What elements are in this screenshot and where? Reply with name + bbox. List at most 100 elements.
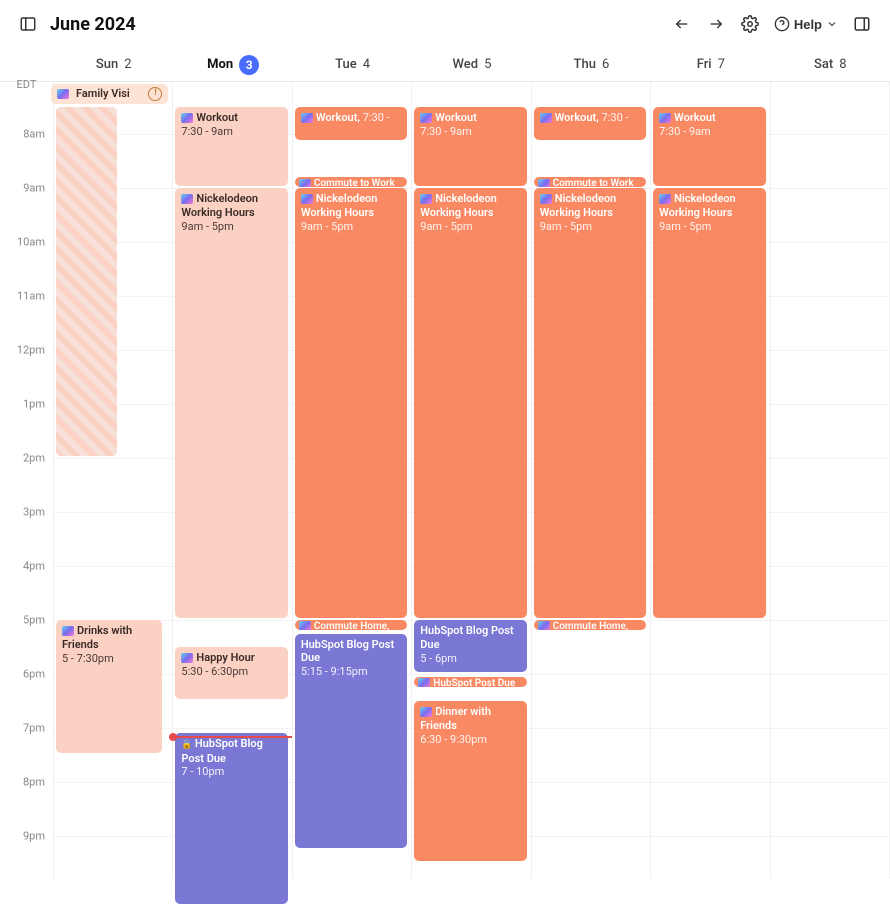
day-header[interactable]: Wed 5 (412, 48, 531, 81)
hour-label: 12pm (17, 344, 45, 357)
event-title: Happy Hour (196, 651, 254, 664)
hour-label: 9am (23, 182, 45, 195)
calendar-event[interactable]: Nickelodeon Working Hours9am - 5pm (295, 188, 407, 618)
calendar-event[interactable]: Workout, 7:30 - (534, 107, 646, 140)
day-column[interactable]: Workout7:30 - 9amNickelodeon Working Hou… (412, 82, 531, 879)
event-time: 9am - 5pm (301, 220, 353, 233)
calendar-color-icon (418, 678, 430, 687)
day-column[interactable] (771, 82, 890, 879)
event-time: 5 - 6pm (420, 652, 457, 665)
page-title: June 2024 (50, 14, 136, 35)
calendar-event[interactable] (56, 107, 117, 456)
calendar-event[interactable]: Commute to Work (534, 177, 646, 187)
event-title: Workout, (316, 111, 360, 124)
day-number: 8 (839, 57, 846, 72)
calendar-event[interactable]: Workout, 7:30 - (295, 107, 407, 140)
hour-label: 5pm (23, 614, 45, 627)
day-header[interactable]: Tue4 (293, 48, 412, 81)
calendar-color-icon (659, 194, 671, 204)
calendar-color-icon (299, 179, 311, 188)
event-time: 9am - 5pm (540, 220, 592, 233)
day-header[interactable]: Mon3 (173, 48, 292, 81)
event-title: Commute to Work (314, 178, 395, 187)
hour-label: 7pm (23, 722, 45, 735)
event-title: HubSpot Post Due (433, 678, 515, 687)
event-title: Workout (435, 111, 477, 124)
calendar-color-icon (420, 194, 432, 204)
calendar-event[interactable]: Nickelodeon Working Hours9am - 5pm (653, 188, 765, 618)
day-name: Sun (96, 57, 118, 72)
lock-icon: 🔒 (181, 740, 194, 750)
calendar-event[interactable]: Happy Hour5:30 - 6:30pm (175, 647, 287, 699)
prev-week-button[interactable] (672, 14, 692, 34)
calendar-color-icon (420, 707, 432, 717)
calendar-event[interactable]: Family Visi! (51, 84, 168, 104)
calendar-color-icon (301, 113, 313, 123)
day-name: Wed (453, 57, 479, 72)
timezone-label: EDT (0, 78, 53, 91)
calendar-event[interactable]: Commute Home, (295, 620, 407, 630)
hour-label: 3pm (23, 506, 45, 519)
hour-label: 6pm (23, 668, 45, 681)
calendar-event[interactable]: Nickelodeon Working Hours9am - 5pm (534, 188, 646, 618)
calendar-color-icon (62, 626, 74, 636)
hour-label: 1pm (23, 398, 45, 411)
calendar-event[interactable]: Workout7:30 - 9am (175, 107, 287, 186)
next-week-button[interactable] (706, 14, 726, 34)
calendar-color-icon (181, 194, 193, 204)
day-header[interactable]: Sat8 (771, 48, 890, 81)
event-title: Workout, (555, 111, 599, 124)
calendar-color-icon (181, 653, 193, 663)
calendar-color-icon (659, 113, 671, 123)
event-title: Commute Home, (314, 621, 390, 630)
hour-label: 4pm (23, 560, 45, 573)
calendar-event[interactable]: Nickelodeon Working Hours9am - 5pm (175, 188, 287, 618)
event-time: 7:30 - 9am (181, 125, 233, 138)
calendar-color-icon (540, 113, 552, 123)
day-header[interactable]: Thu6 (532, 48, 651, 81)
calendar-event[interactable]: 🔒 HubSpot Blog Post Due7 - 10pm (175, 733, 287, 904)
panel-left-icon[interactable] (18, 14, 38, 34)
calendar-grid[interactable]: Family Visi! Drinks with Friends5 - 7:30p… (54, 82, 890, 879)
help-button[interactable]: Help (774, 16, 838, 32)
day-column[interactable]: Workout7:30 - 9amNickelodeon Working Hou… (651, 82, 770, 879)
event-time: 9am - 5pm (659, 220, 711, 233)
calendar-event[interactable]: Dinner with Friends6:30 - 9:30pm (414, 701, 526, 861)
calendar-color-icon (420, 113, 432, 123)
time-gutter: EDT 8am9am10am11am12pm1pm2pm3pm4pm5pm6pm… (0, 82, 54, 879)
calendar-event[interactable]: Commute Home, (534, 620, 646, 630)
event-title: Commute Home, (553, 621, 629, 630)
calendar-event[interactable]: Nickelodeon Working Hours9am - 5pm (414, 188, 526, 618)
day-header[interactable]: Fri 7 (651, 48, 770, 81)
hour-label: 10am (17, 236, 45, 249)
calendar-color-icon (181, 113, 193, 123)
day-column[interactable]: Workout, 7:30 - Commute to WorkNickelodeo… (293, 82, 412, 879)
calendar-event[interactable]: Drinks with Friends5 - 7:30pm (56, 620, 162, 753)
day-column[interactable]: Family Visi! Drinks with Friends5 - 7:30p… (54, 82, 173, 879)
calendar-event[interactable]: HubSpot Post Due (414, 677, 526, 687)
event-title: Family Visi (76, 87, 130, 101)
calendar-event[interactable]: HubSpot Blog Post Due5:15 - 9:15pm (295, 634, 407, 848)
event-title: HubSpot Blog Post Due (420, 624, 513, 651)
calendar-color-icon (538, 621, 550, 630)
panel-right-icon[interactable] (852, 14, 872, 34)
event-time: 5:30 - 6:30pm (181, 665, 248, 678)
day-column[interactable]: Workout, 7:30 - Commute to WorkNickelodeo… (532, 82, 651, 879)
day-number: 5 (484, 57, 491, 72)
help-label: Help (794, 17, 822, 32)
calendar-event[interactable]: Workout7:30 - 9am (414, 107, 526, 186)
day-header[interactable]: Sun2 (54, 48, 173, 81)
settings-button[interactable] (740, 14, 760, 34)
event-time: 7:30 - (602, 111, 629, 124)
day-number: 7 (718, 57, 725, 72)
calendar-event[interactable]: HubSpot Blog Post Due5 - 6pm (414, 620, 526, 672)
calendar-color-icon (57, 89, 69, 99)
calendar-color-icon (538, 179, 550, 188)
day-name: Fri (697, 57, 712, 72)
event-time: 5 - 7:30pm (62, 652, 114, 665)
calendar-event[interactable]: Commute to Work (295, 177, 407, 187)
day-column[interactable]: Workout7:30 - 9amNickelodeon Working Hou… (173, 82, 292, 879)
calendar-event[interactable]: Workout7:30 - 9am (653, 107, 765, 186)
now-indicator (173, 736, 291, 738)
event-time: 7:30 - 9am (420, 125, 472, 138)
